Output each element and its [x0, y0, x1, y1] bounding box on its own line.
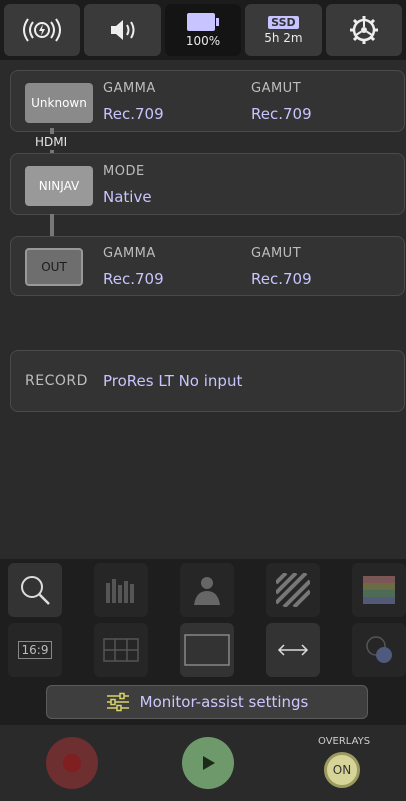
record-format-value: ProRes LT No input [103, 372, 243, 390]
person-silhouette-icon [194, 577, 220, 605]
camera-source-label: Unknown [31, 96, 87, 110]
wireless-button[interactable] [4, 4, 81, 56]
color-bars-tool[interactable] [352, 563, 406, 617]
record-dot-icon [63, 754, 81, 772]
speaker-icon [110, 20, 135, 40]
lut-tool[interactable] [352, 623, 406, 677]
play-button[interactable] [182, 737, 234, 789]
record-label: RECORD [25, 373, 88, 389]
battery-icon [187, 13, 220, 31]
device-card[interactable]: NINJAV MODE Native [10, 153, 405, 215]
output-label: OUT [41, 260, 67, 274]
horizontal-arrows-icon [277, 644, 309, 656]
overlays-state: ON [332, 763, 352, 777]
mode-label: MODE [103, 164, 145, 179]
zebra-tool[interactable] [266, 563, 320, 617]
frame-icon [184, 634, 230, 666]
overlapping-circles-icon [366, 636, 392, 663]
waveform-tool[interactable] [94, 563, 148, 617]
input-gamma-value: Rec.709 [103, 105, 164, 123]
record-button[interactable] [46, 737, 98, 789]
aspect-ratio-tool[interactable]: 16:9 [8, 623, 62, 677]
device-icon: NINJAV [25, 166, 93, 206]
zebra-stripes-icon [276, 573, 310, 607]
sliders-icon [106, 692, 129, 712]
ssd-icon: SSD [268, 15, 299, 29]
monitor-assist-settings-label: Monitor-assist settings [139, 693, 309, 711]
focus-zoom-tool[interactable] [8, 563, 62, 617]
frame-guide-tool[interactable] [180, 623, 234, 677]
battery-percent: 100% [185, 34, 221, 48]
false-color-tool[interactable] [180, 563, 234, 617]
device-label: NINJAV [38, 179, 80, 193]
aspect-ratio-label: 16:9 [17, 641, 53, 659]
monitor-assist-settings-button[interactable]: Monitor-assist settings [46, 685, 368, 719]
ssd-remaining: 5h 2m [264, 30, 303, 45]
input-gamut-value: Rec.709 [251, 105, 312, 123]
grid-lines-tool[interactable] [94, 623, 148, 677]
output-gamma-label: GAMMA [103, 246, 156, 261]
connector-line [50, 214, 54, 238]
anamorphic-tool[interactable] [266, 623, 320, 677]
output-gamma-value: Rec.709 [103, 270, 164, 288]
ssd-button[interactable]: SSD 5h 2m [245, 4, 322, 56]
mode-value: Native [103, 188, 152, 206]
top-status-bar: 100% SSD 5h 2m [0, 0, 406, 60]
input-gamma-label: GAMMA [103, 81, 156, 96]
volume-button[interactable] [84, 4, 161, 56]
wireless-signal-icon [23, 18, 62, 42]
magnifier-icon [21, 576, 50, 605]
battery-button[interactable]: 100% [164, 4, 242, 56]
output-gamut-value: Rec.709 [251, 270, 312, 288]
input-gamut-label: GAMUT [251, 81, 302, 96]
input-card[interactable]: Unknown GAMMA Rec.709 GAMUT Rec.709 [10, 70, 405, 132]
settings-button[interactable] [325, 4, 403, 56]
output-gamut-label: GAMUT [251, 246, 302, 261]
connection-label: HDMI [35, 135, 68, 149]
connector-line [50, 128, 54, 134]
overlays-toggle[interactable]: ON [324, 752, 360, 788]
waveform-icon [106, 579, 134, 603]
gear-icon [349, 16, 378, 44]
color-bars-icon [363, 576, 395, 604]
output-card[interactable]: OUT GAMMA Rec.709 GAMUT Rec.709 [10, 236, 405, 296]
play-icon [203, 756, 215, 770]
camera-source: Unknown [25, 83, 93, 123]
grid-icon [103, 638, 139, 662]
record-card[interactable]: RECORD ProRes LT No input [10, 350, 405, 412]
output-icon: OUT [25, 248, 83, 286]
overlays-label: OVERLAYS [318, 736, 371, 747]
